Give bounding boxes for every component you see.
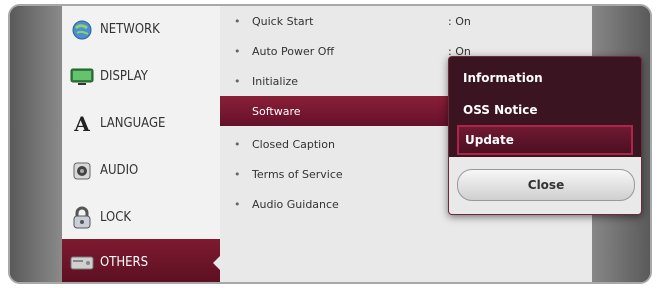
sidebar-item-language[interactable]: A LANGUAGE [62,100,220,147]
sidebar-item-audio[interactable]: AUDIO [62,147,220,194]
software-popup-menu: Information OSS Notice Update Close [448,56,642,215]
settings-sidebar: NETWORK DISPLAY A LANGUAGE AUDIO LOCK OT… [62,6,221,282]
popup-item-update[interactable]: Update [457,125,633,155]
bullet-icon: • [234,14,241,28]
sidebar-item-display[interactable]: DISPLAY [62,53,220,100]
padlock-icon [70,206,94,230]
monitor-icon [70,65,94,89]
sidebar-item-label: LANGUAGE [100,116,166,131]
network-globe-icon [70,18,94,42]
bullet-icon: • [234,197,241,211]
sidebar-item-label: AUDIO [100,163,139,178]
bullet-icon: • [234,137,241,151]
bullet-icon: • [234,44,241,58]
others-box-icon [70,251,94,275]
sidebar-item-others[interactable]: OTHERS [62,239,221,282]
sidebar-item-lock[interactable]: LOCK [62,194,220,241]
bullet-icon: • [234,167,241,181]
menu-row-quick-start[interactable]: • Quick Start : On [220,6,592,36]
letter-a-icon: A [74,111,90,136]
bullet-icon: • [234,74,241,88]
left-bezel [10,6,62,282]
sidebar-item-network[interactable]: NETWORK [62,6,220,53]
sidebar-item-label: OTHERS [100,255,149,270]
popup-item-information[interactable]: Information [457,63,633,93]
settings-screen: NETWORK DISPLAY A LANGUAGE AUDIO LOCK OT… [8,4,652,284]
sidebar-item-label: NETWORK [100,22,160,37]
speaker-icon [70,159,94,183]
close-button[interactable]: Close [457,169,635,201]
sidebar-item-label: DISPLAY [100,69,148,84]
popup-item-oss-notice[interactable]: OSS Notice [457,95,633,125]
sidebar-item-label: LOCK [100,210,132,225]
